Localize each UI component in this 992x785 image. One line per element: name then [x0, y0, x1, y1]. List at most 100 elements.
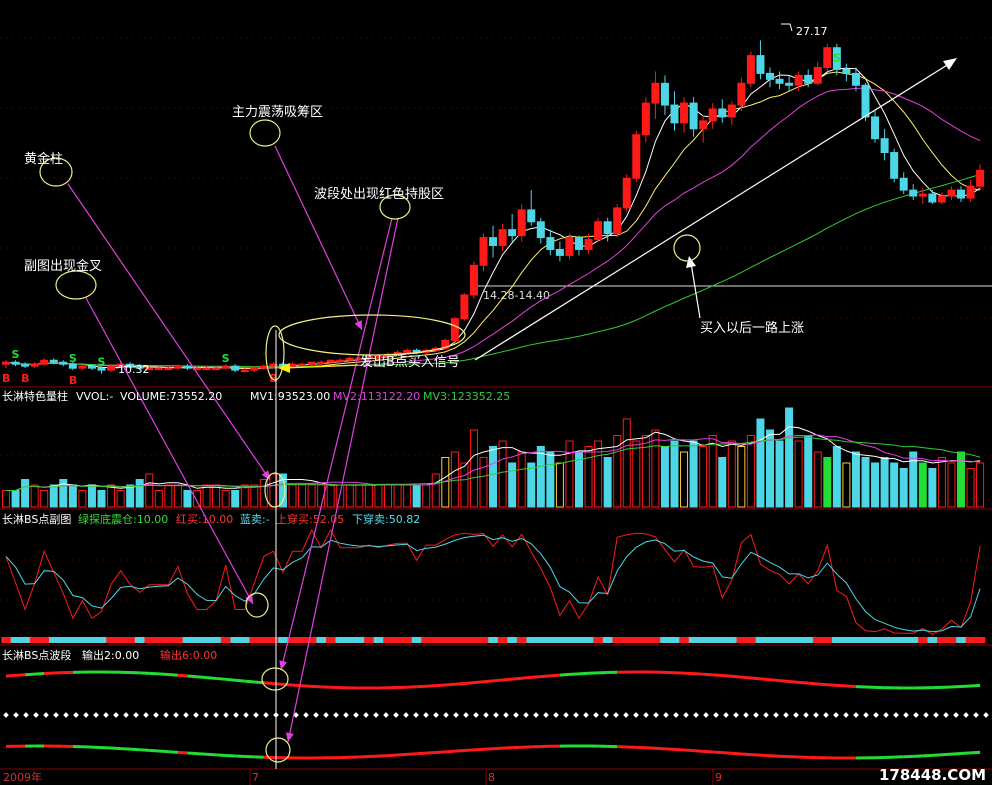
b-marker: B	[2, 372, 10, 385]
hold-zone-arrow-1	[280, 217, 393, 671]
sub-cross-label: 副图出现金叉	[24, 258, 102, 274]
band-segment	[134, 637, 145, 643]
wave-dot	[663, 712, 669, 718]
wave-line-lower	[941, 752, 952, 757]
wave-line-upper	[731, 674, 742, 679]
band-segment	[879, 637, 890, 643]
candle	[651, 82, 660, 104]
band-segment	[717, 637, 728, 643]
wave-line-lower	[196, 752, 207, 756]
candle	[59, 361, 68, 365]
volume-bar	[374, 484, 383, 508]
wave-dot	[933, 712, 939, 718]
candle	[727, 104, 736, 118]
wave-line-lower	[674, 747, 685, 752]
wave-dot	[953, 712, 959, 718]
peak-pointer	[781, 23, 793, 32]
s-marker: S	[69, 352, 77, 365]
x-axis-year: 2009年	[3, 770, 42, 784]
band-segment	[440, 637, 451, 643]
band-segment	[937, 637, 948, 643]
wave-line-lower	[139, 748, 150, 752]
candle	[30, 363, 39, 367]
band-segment	[154, 637, 165, 643]
candle	[813, 66, 822, 84]
volume-bar	[489, 446, 498, 508]
wave-line-lower	[731, 751, 742, 756]
band-segment	[707, 637, 718, 643]
wave-line-upper	[158, 672, 169, 677]
volume-bar	[756, 418, 765, 508]
hold-zone-arrow-2-head	[285, 732, 294, 742]
band-segment	[106, 637, 117, 643]
band-segment	[956, 637, 967, 643]
volume-bar	[527, 462, 536, 508]
bs-markers: S S S SSB B B B	[2, 51, 841, 387]
band-segment	[373, 637, 384, 643]
band-segment	[306, 637, 317, 643]
x-axis-tick-7: 7	[252, 771, 259, 784]
volume-bar	[345, 484, 354, 508]
wave-dot	[863, 712, 869, 718]
wave-line-upper	[569, 672, 580, 676]
candle	[555, 248, 564, 256]
band-segment	[354, 637, 365, 643]
golden-column-arrow	[67, 183, 271, 481]
candle	[785, 82, 794, 86]
volume-bar	[804, 435, 813, 508]
wave-line-lower	[951, 752, 962, 756]
s-marker: S	[12, 348, 20, 361]
volume-bar	[212, 484, 221, 508]
wave-line-upper	[454, 681, 465, 686]
volume-bar	[116, 490, 125, 508]
band-segment	[746, 637, 757, 643]
band-segment	[621, 637, 633, 643]
wave-line-upper	[282, 682, 293, 687]
wave-dot	[343, 712, 349, 718]
volume-bar	[221, 490, 230, 508]
wave-dot	[3, 712, 9, 718]
band-segment	[268, 637, 279, 643]
vol-panel-vvol: VVOL:-	[76, 390, 113, 403]
wave-dot	[253, 712, 259, 718]
band-segment	[316, 637, 327, 643]
band-segment	[1, 637, 12, 643]
wave-dot	[903, 712, 909, 718]
wave-line-upper	[235, 678, 245, 683]
band-segment	[383, 637, 394, 643]
candle	[708, 108, 717, 122]
candle	[880, 138, 889, 154]
bs-oscillator-lines	[5, 528, 981, 636]
band-segment	[908, 637, 919, 643]
band-segment	[555, 637, 566, 643]
volume-bar	[193, 490, 201, 508]
volume-bar	[68, 484, 77, 508]
wave-line-upper	[750, 676, 761, 681]
wave-dot	[603, 712, 609, 718]
trend-arrow	[474, 58, 957, 361]
candle	[326, 359, 335, 363]
band-segment	[259, 637, 270, 643]
wave-line-upper	[531, 675, 541, 679]
wave-line-upper	[502, 677, 513, 682]
candle	[851, 72, 860, 86]
oscillator-fast-line	[5, 528, 981, 636]
volume-bar	[517, 451, 526, 508]
candle	[250, 367, 259, 371]
band-segment	[688, 637, 699, 643]
candle	[584, 239, 593, 250]
band-segment	[239, 637, 251, 643]
wave-line-upper	[760, 677, 771, 682]
wave-dot	[363, 712, 369, 718]
peak-label: 27.17	[796, 25, 828, 38]
band-segment	[478, 637, 489, 643]
wave-line-upper	[521, 675, 532, 680]
wave-dot	[63, 712, 69, 718]
candle	[527, 209, 536, 223]
volume-bar	[145, 473, 154, 508]
candle	[928, 193, 937, 203]
band-segment	[927, 637, 938, 643]
wave-dot	[433, 712, 439, 718]
volume-bar	[957, 451, 965, 508]
wave-dot	[133, 712, 139, 718]
